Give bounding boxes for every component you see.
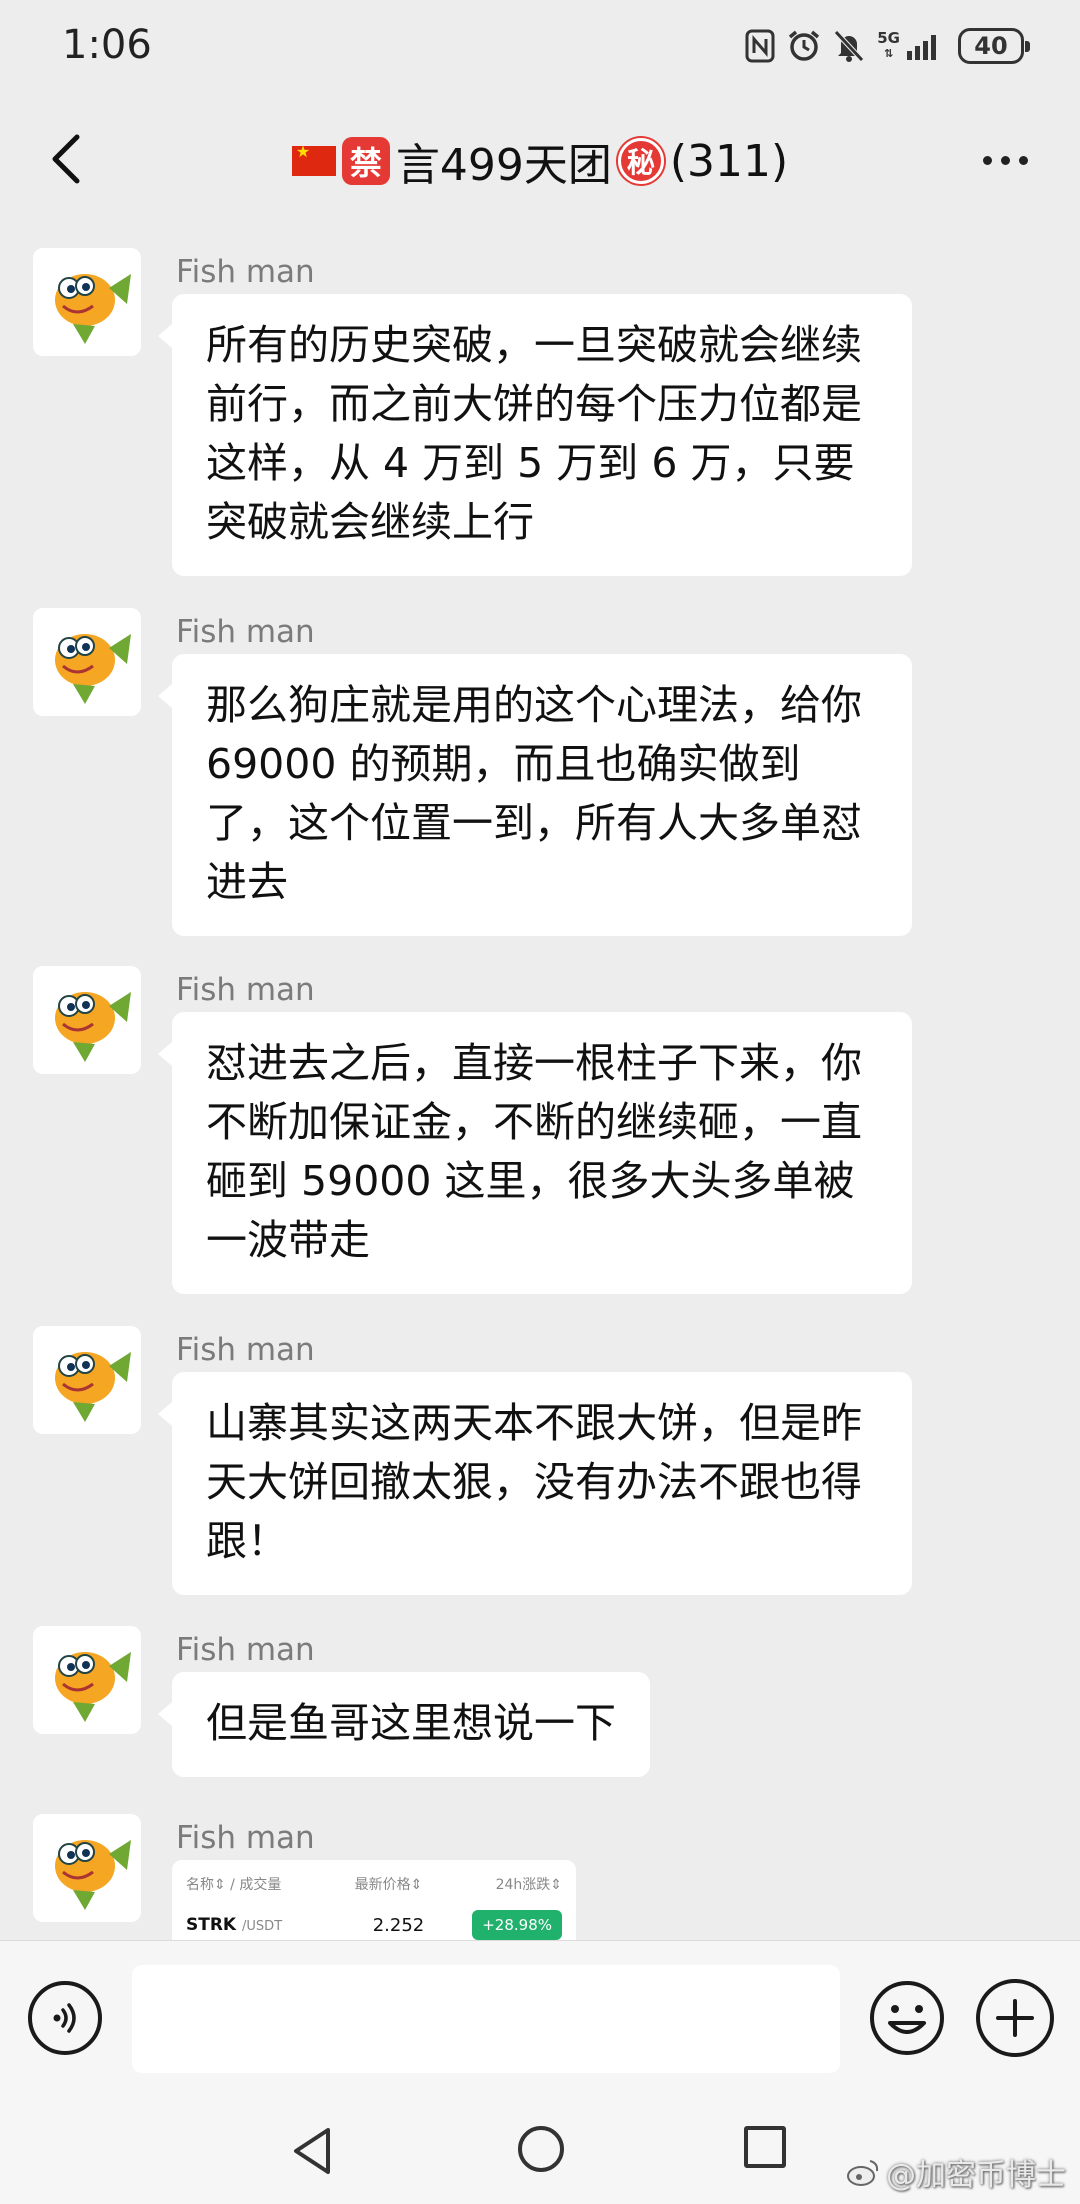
more-dot-icon xyxy=(982,155,992,165)
battery-icon: 40 xyxy=(958,28,1030,64)
chat-header: 禁 言499天团 秘 (311) xyxy=(0,96,1080,222)
more-dot-icon xyxy=(1018,155,1028,165)
market-change-badge: +28.98% xyxy=(472,1910,562,1940)
weibo-icon xyxy=(847,2160,879,2186)
avatar[interactable] xyxy=(33,1626,141,1734)
avatar[interactable] xyxy=(33,608,141,716)
voice-input-button[interactable] xyxy=(28,1981,102,2055)
fish-avatar-icon xyxy=(55,274,131,344)
fish-avatar-icon xyxy=(55,992,131,1062)
watermark: @加密币博士 xyxy=(846,2150,1066,2194)
sender-name: Fish man xyxy=(176,1820,315,1856)
nav-home-button[interactable] xyxy=(518,2126,564,2172)
market-price: 2.252 xyxy=(372,1914,425,1936)
secret-badge-icon: 秘 xyxy=(617,138,664,184)
more-dot-icon xyxy=(1000,155,1010,165)
emoji-button[interactable] xyxy=(868,1979,946,2057)
nav-back-button[interactable] xyxy=(290,2126,334,2176)
sender-name: Fish man xyxy=(176,972,315,1008)
message-bubble[interactable]: 那么狗庄就是用的这个心理法，给你 69000 的预期，而且也确实做到了，这个位置… xyxy=(158,654,912,936)
voice-icon xyxy=(53,2003,76,2033)
alarm-icon xyxy=(789,30,820,61)
sender-name: Fish man xyxy=(176,1332,315,1368)
col-name-label: 名称⇕ / 成交量 xyxy=(186,1877,282,1893)
col-change-label: 24h涨跌⇕ xyxy=(495,1877,562,1893)
message-bubble[interactable]: 山寨其实这两天本不跟大饼，但是昨天大饼回撤太狠，没有办法不跟也得跟！ xyxy=(158,1372,912,1595)
mute-bell-icon xyxy=(834,30,865,62)
message-input[interactable] xyxy=(132,1965,840,2073)
message-bubble[interactable]: 怼进去之后，直接一根柱子下来，你不断加保证金，不断的继续砸，一直砸到 59000… xyxy=(158,1012,912,1294)
plus-icon xyxy=(996,1999,1034,2037)
fish-avatar-icon xyxy=(55,634,131,704)
signal-icon xyxy=(907,35,936,60)
col-price-label: 最新价格⇕ xyxy=(354,1877,423,1893)
sender-name: Fish man xyxy=(176,254,315,290)
avatar[interactable] xyxy=(33,1326,141,1434)
china-flag-icon xyxy=(291,142,336,176)
input-bar xyxy=(0,1940,1080,2096)
status-bar: 1:06 5G ⇅ 40 xyxy=(0,0,1080,96)
fish-avatar-icon xyxy=(55,1840,131,1910)
message-list[interactable]: Fish man 所有的历史突破，一旦突破就会继续前行，而之前大饼的每个压力位都… xyxy=(0,222,1080,1940)
avatar[interactable] xyxy=(33,248,141,356)
more-functions-button[interactable] xyxy=(976,1979,1054,2057)
fish-avatar-icon xyxy=(55,1652,131,1722)
member-count: (311) xyxy=(669,135,789,187)
ban-badge-icon: 禁 xyxy=(341,137,390,185)
sender-name: Fish man xyxy=(176,614,315,650)
market-table-header: 名称⇕ / 成交量 最新价格⇕ 24h涨跌⇕ xyxy=(186,1874,562,1894)
fish-avatar-icon xyxy=(55,1352,131,1422)
message-bubble[interactable]: 所有的历史突破，一旦突破就会继续前行，而之前大饼的每个压力位都是这样，从 4 万… xyxy=(158,294,912,576)
chat-title-text: 言499天团 xyxy=(395,140,612,191)
message-bubble[interactable]: 但是鱼哥这里想说一下 xyxy=(158,1672,650,1777)
status-time: 1:06 xyxy=(62,22,152,68)
avatar[interactable] xyxy=(33,1814,141,1922)
chat-title: 禁 言499天团 秘 (311) xyxy=(0,129,1080,193)
more-options-button[interactable] xyxy=(970,140,1040,180)
nfc-icon xyxy=(745,29,775,63)
network-type: 5G ⇅ xyxy=(877,29,900,61)
market-symbol: STRK /USDT xyxy=(186,1915,283,1935)
status-icons: 5G ⇅ 40 xyxy=(745,24,1030,68)
market-row: STRK /USDT 2.252 +28.98% xyxy=(186,1910,562,1940)
sender-name: Fish man xyxy=(176,1632,315,1668)
image-message[interactable]: 名称⇕ / 成交量 最新价格⇕ 24h涨跌⇕ STRK /USDT 2.252 … xyxy=(172,1860,576,1940)
avatar[interactable] xyxy=(33,966,141,1074)
nav-recents-button[interactable] xyxy=(744,2126,786,2168)
